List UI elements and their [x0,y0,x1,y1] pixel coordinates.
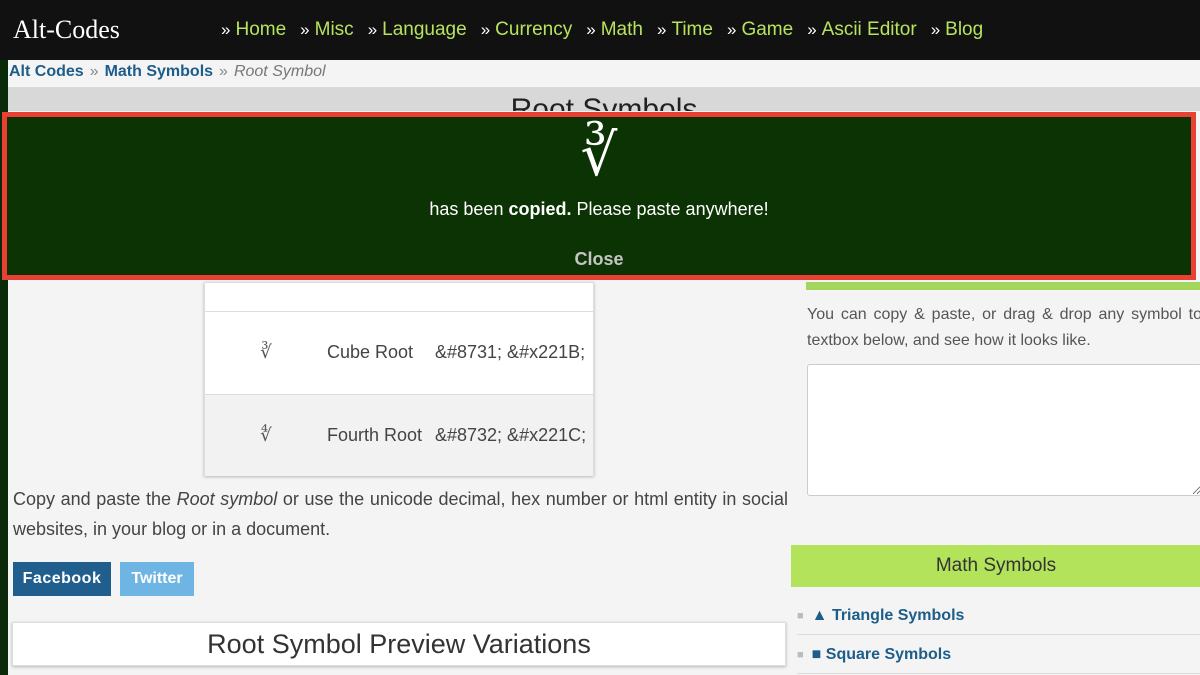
table-row: ∛ Cube Root &#8731; &#x221B; [205,311,593,393]
symbol-cell[interactable]: ∜ [205,425,327,446]
copied-message: has been copied. Please paste anywhere! [429,199,769,219]
copied-symbol: ∛ [580,121,618,189]
math-symbols-header: Math Symbols [791,545,1200,587]
copied-notification-overlay: ∛ has been copied. Please paste anywhere… [2,112,1196,280]
facebook-share-button[interactable]: Facebook [13,562,111,596]
twitter-share-button[interactable]: Twitter [120,562,194,596]
copy-instructions: You can copy & paste, or drag & drop any… [807,306,1200,349]
bullet-icon: ■ [797,609,804,622]
name-cell: Cube Root [327,342,414,362]
nav-item-time[interactable]: » Time [657,19,713,41]
paste-textbox[interactable] [807,364,1200,496]
close-button[interactable]: Close [7,249,1191,270]
preview-variations-heading: Root Symbol Preview Variations [12,622,786,666]
nav-item-misc[interactable]: » Misc [300,19,354,41]
page-title: Root Symbols [510,93,698,111]
breadcrumb: Alt Codes » Math Symbols » Root Symbol [9,61,326,83]
top-navigation-bar: Alt-Codes » Home » Misc » Language » Currenc… [0,0,1200,60]
sidebar-header-strip [806,282,1200,290]
breadcrumb-alt-codes-link[interactable]: Alt Codes [9,63,84,81]
name-cell: Fourth Root [327,425,423,445]
description-emphasis: Root symbol [176,489,278,509]
description-text: Copy and paste the Root symbol or use th… [13,489,788,539]
sidebar-item-label: ■ Square Symbols [811,645,952,663]
right-sidebar: You can copy & paste, or drag & drop any… [791,282,1200,675]
site-logo[interactable]: Alt-Codes [13,15,221,45]
nav-item-math[interactable]: » Math [586,19,643,41]
breadcrumb-current: Root Symbol [233,63,326,80]
codes-cell: &#8731; &#x221B; [435,342,586,362]
symbol-cell[interactable]: ∛ [205,342,327,363]
sidebar-item-label: ▲ Triangle Symbols [811,606,965,624]
breadcrumb-separator: » [89,63,99,80]
table-row: ∜ Fourth Root &#8732; &#x221C; [205,394,593,476]
share-buttons: Facebook Twitter [13,562,194,596]
main-nav: » Home » Misc » Language » Currency » Math » T… [221,19,997,41]
bullet-icon: ■ [797,648,804,661]
breadcrumb-separator: » [219,63,228,80]
nav-item-home[interactable]: » Home [221,19,286,41]
sidebar-item-square-symbols[interactable]: ■ ■ Square Symbols [797,636,1200,674]
symbol-table: ∛ Cube Root &#8731; &#x221B; ∜ Fourth Ro… [204,282,594,476]
codes-cell: &#8732; &#x221C; [435,425,587,445]
breadcrumb-math-symbols-link[interactable]: Math Symbols [105,63,213,81]
nav-item-blog[interactable]: » Blog [931,19,984,41]
nav-item-ascii-editor[interactable]: » Ascii Editor [807,19,917,41]
nav-item-currency[interactable]: » Currency [481,19,573,41]
page-title-bar: Root Symbols [8,87,1200,111]
sidebar-item-triangle-symbols[interactable]: ■ ▲ Triangle Symbols [797,597,1200,635]
nav-item-game[interactable]: » Game [727,19,793,41]
nav-item-language[interactable]: » Language [368,19,467,41]
